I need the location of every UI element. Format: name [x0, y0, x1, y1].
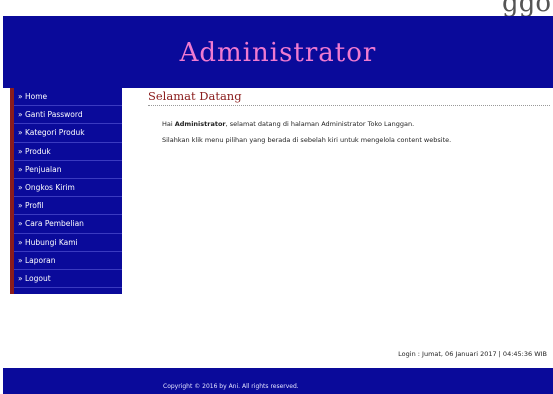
site-name-fragment: ggo — [502, 0, 551, 16]
welcome-text: Hai Administrator, selamat datang di hal… — [162, 120, 542, 152]
instruction-line: Silahkan klik menu pilihan yang berada d… — [162, 136, 452, 144]
footer: Copyright © 2016 by Ani. All rights rese… — [3, 368, 553, 394]
main-content: Selamat Datang — [148, 89, 550, 106]
sidebar-item-ganti-password[interactable]: » Ganti Password — [14, 106, 122, 125]
sidebar-item-produk[interactable]: » Produk — [14, 143, 122, 161]
sidebar-menu: » Home » Ganti Password » Kategori Produ… — [10, 88, 122, 294]
sidebar-item-logout[interactable]: » Logout — [14, 270, 122, 289]
sidebar-item-penjualan[interactable]: » Penjualan — [14, 161, 122, 179]
section-title: Selamat Datang — [148, 89, 550, 106]
top-strip: ggo — [0, 0, 553, 16]
greeting-suffix: , selamat datang di halaman Administrato… — [225, 120, 415, 128]
greeting-prefix: Hai — [162, 120, 175, 128]
greeting-line: Hai Administrator, selamat datang di hal… — [162, 120, 542, 128]
sidebar-item-ongkos-kirim[interactable]: » Ongkos Kirim — [14, 179, 122, 198]
sidebar-item-cara-pembelian[interactable]: » Cara Pembelian — [14, 215, 122, 234]
header-banner: Administrator — [3, 16, 553, 88]
sidebar-item-home[interactable]: » Home — [14, 88, 122, 107]
page-title: Administrator — [179, 38, 377, 68]
sidebar-item-hubungi-kami[interactable]: » Hubungi Kami — [14, 234, 122, 252]
copyright-text: Copyright © 2016 by Ani. All rights rese… — [163, 383, 299, 390]
sidebar-item-laporan[interactable]: » Laporan — [14, 252, 122, 270]
sidebar-item-kategori-produk[interactable]: » Kategori Produk — [14, 124, 122, 143]
greeting-name: Administrator — [174, 120, 226, 128]
sidebar-item-profil[interactable]: » Profil — [14, 197, 122, 216]
login-status: Login : Jumat, 06 Januari 2017 | 04:45:3… — [398, 350, 547, 358]
